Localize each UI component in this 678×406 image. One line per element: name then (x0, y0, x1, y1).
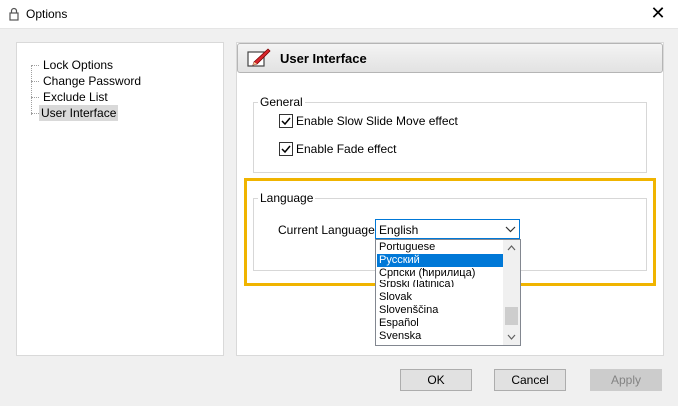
tree-item-change-password[interactable]: Change Password (41, 73, 143, 89)
panel-title: User Interface (280, 51, 367, 66)
language-option[interactable]: Slovak (377, 291, 506, 304)
fade-option[interactable]: Enable Fade effect (279, 141, 397, 157)
language-select[interactable]: English (375, 219, 520, 239)
lock-app-icon (9, 7, 19, 21)
options-tree[interactable]: Lock Options Change Password Exclude Lis… (16, 42, 224, 356)
chevron-down-icon[interactable] (502, 220, 519, 238)
general-legend: General (260, 95, 303, 109)
general-group: General (253, 95, 647, 173)
fade-checkbox[interactable] (279, 141, 293, 156)
tree-connector (31, 65, 39, 66)
tree-item-lock-options[interactable]: Lock Options (41, 57, 115, 73)
fade-label: Enable Fade effect (296, 141, 397, 156)
ok-button[interactable]: OK (400, 369, 472, 391)
close-button[interactable]: ✕ (638, 0, 678, 28)
section-header: User Interface (237, 43, 663, 73)
slow-slide-label: Enable Slow Slide Move effect (296, 113, 458, 128)
apply-button[interactable]: Apply (590, 369, 662, 391)
close-icon: ✕ (650, 3, 666, 23)
language-select-value: English (379, 223, 419, 237)
cancel-button[interactable]: Cancel (494, 369, 566, 391)
tree-connector (31, 65, 32, 115)
checkmark-icon (281, 145, 291, 153)
language-option[interactable]: Русский (377, 254, 506, 267)
window-title: Options (26, 7, 68, 21)
tree-item-exclude-list[interactable]: Exclude List (41, 89, 110, 105)
scroll-thumb[interactable] (505, 307, 518, 325)
tree-connector (31, 97, 39, 98)
language-option[interactable]: Srpski (latinica) (377, 280, 506, 287)
scroll-up-icon[interactable] (503, 240, 520, 256)
language-option[interactable]: Portuguese (377, 241, 506, 254)
tree-connector (31, 81, 39, 82)
current-language-label: Current Language (278, 223, 375, 237)
tree-item-user-interface[interactable]: User Interface (39, 105, 119, 121)
language-option[interactable]: Español (377, 317, 506, 330)
language-option[interactable]: Slovenščina (377, 304, 506, 317)
language-option[interactable]: Svenska (377, 330, 506, 343)
checkmark-icon (281, 117, 291, 125)
pencil-note-icon (247, 48, 271, 67)
dropdown-scrollbar[interactable] (503, 240, 520, 345)
title-bar: Options ✕ (0, 0, 678, 29)
scroll-down-icon[interactable] (503, 329, 520, 345)
language-dropdown-list[interactable]: Portuguese Русский Српски (ћирилица) Srp… (375, 239, 521, 346)
language-option[interactable]: Српски (ћирилица) (377, 267, 506, 280)
slow-slide-option[interactable]: Enable Slow Slide Move effect (279, 113, 458, 129)
tree-connector (31, 113, 39, 114)
slow-slide-checkbox[interactable] (279, 113, 293, 128)
